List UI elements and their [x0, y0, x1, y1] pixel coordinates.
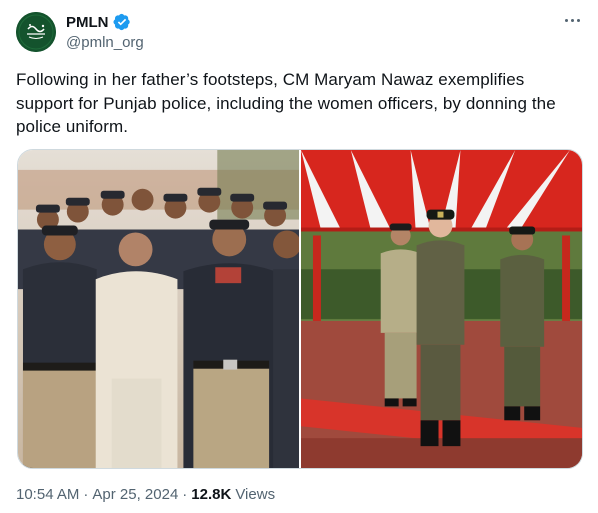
display-name[interactable]: PMLN — [66, 14, 109, 31]
tweet-time[interactable]: 10:54 AM — [16, 486, 79, 503]
tweet-date[interactable]: Apr 25, 2024 — [92, 486, 178, 503]
media-photo-2[interactable] — [301, 150, 582, 468]
photo-vintage-police-group — [18, 150, 299, 468]
views-count: 12.8K — [191, 486, 232, 503]
views-label: Views — [235, 486, 276, 503]
tweet-media — [17, 149, 583, 469]
more-options-button[interactable] — [558, 10, 586, 30]
tweet-meta: 10:54 AM · Apr 25, 2024 · 12.8K Views — [16, 486, 275, 503]
tweet-card: PMLN @pmln_org Following in her father’s… — [0, 0, 598, 513]
verified-badge-icon — [112, 13, 130, 31]
meta-separator: · — [182, 486, 188, 503]
meta-separator: · — [83, 486, 89, 503]
avatar[interactable] — [16, 12, 56, 52]
photo-police-uniform-event — [301, 150, 582, 468]
author-name-row[interactable]: PMLN — [66, 12, 131, 32]
tweet-text: Following in her father’s footsteps, CM … — [16, 70, 556, 136]
media-photo-1[interactable] — [18, 150, 299, 468]
more-horizontal-icon — [564, 18, 568, 22]
author-handle[interactable]: @pmln_org — [66, 34, 144, 51]
avatar-logo-icon — [16, 12, 56, 52]
